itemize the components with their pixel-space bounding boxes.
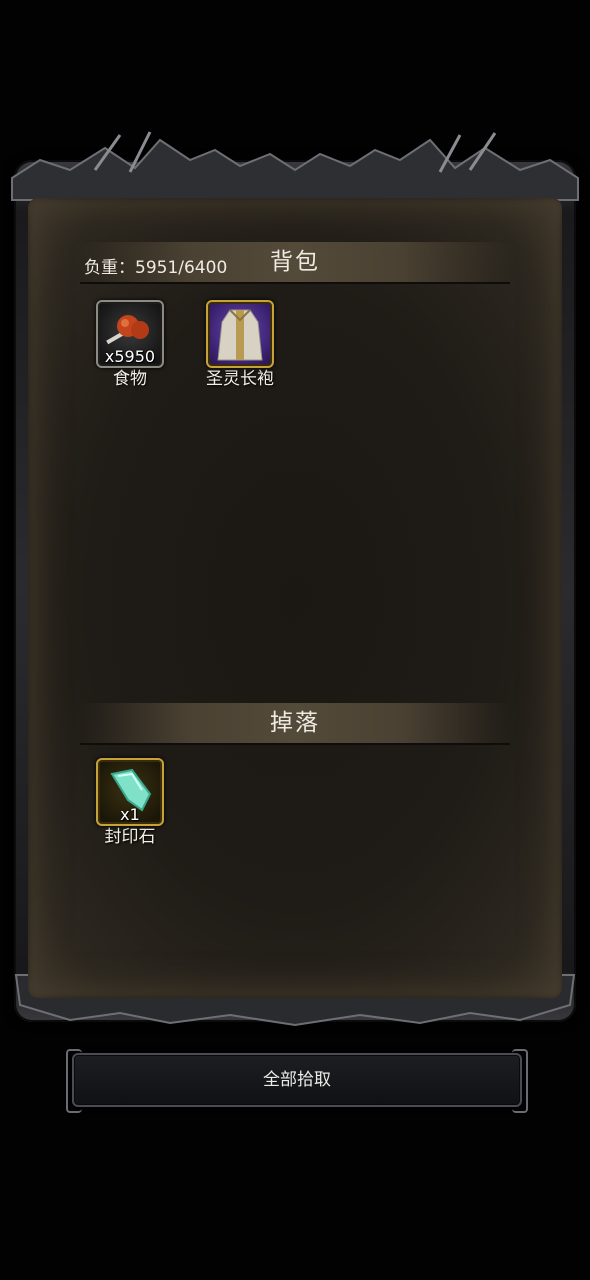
bag-item-food[interactable]: x5950 食物: [90, 300, 170, 389]
drop-item-sealing-stone[interactable]: x1 封印石: [90, 758, 170, 847]
item-slot[interactable]: x5950: [96, 300, 164, 368]
pickup-all-button[interactable]: 全部拾取: [66, 1049, 528, 1113]
robe-icon: [217, 309, 263, 361]
inventory-screen: 背包 负重：5951/6400 x5950 食物 圣灵长袍 掉落 x1 封印石 …: [0, 0, 590, 1280]
drops-title: 掉落: [270, 710, 320, 736]
item-count: x5950: [104, 347, 156, 366]
item-slot[interactable]: [206, 300, 274, 368]
weight-label: 负重：5951/6400: [84, 258, 228, 278]
item-slot[interactable]: x1: [96, 758, 164, 826]
drops-header: 掉落: [80, 703, 510, 745]
bag-item-robe[interactable]: 圣灵长袍: [200, 300, 280, 389]
item-count: x1: [120, 805, 140, 824]
